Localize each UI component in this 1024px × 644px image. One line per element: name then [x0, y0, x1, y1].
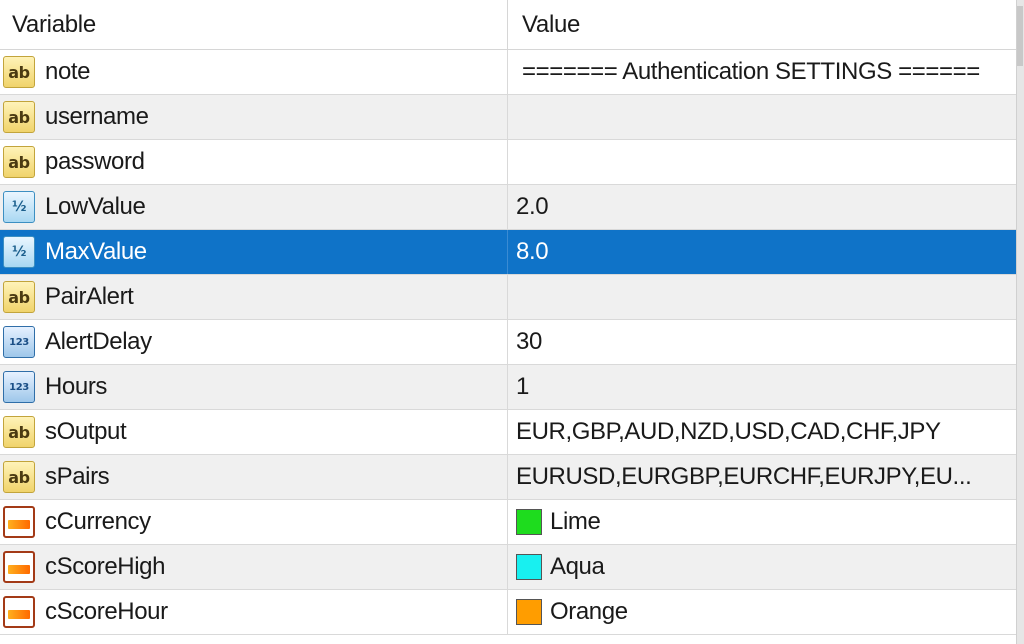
- value-text: 30: [516, 328, 542, 355]
- color-type-icon: [3, 596, 35, 628]
- variable-cell[interactable]: ab note: [0, 50, 508, 94]
- variable-cell[interactable]: cScoreHour: [0, 590, 508, 634]
- double-type-icon: ½: [3, 236, 35, 268]
- value-cell[interactable]: EURUSD,EURGBP,EURCHF,EURJPY,EU...: [508, 455, 1016, 499]
- variable-name: sPairs: [45, 463, 110, 490]
- variable-cell[interactable]: ½ LowValue: [0, 185, 508, 229]
- table-row[interactable]: ab password: [0, 140, 1016, 185]
- variable-name: Hours: [45, 373, 108, 400]
- value-cell[interactable]: 1: [508, 365, 1016, 409]
- variable-cell[interactable]: 123 AlertDelay: [0, 320, 508, 364]
- string-type-icon: ab: [3, 416, 35, 448]
- value-text: Orange: [550, 598, 628, 625]
- color-swatch: [516, 599, 542, 625]
- value-cell[interactable]: Lime: [508, 500, 1016, 544]
- value-cell[interactable]: [508, 140, 1016, 184]
- variable-cell[interactable]: ½ MaxValue: [0, 230, 508, 274]
- value-cell[interactable]: [508, 275, 1016, 319]
- value-text: 1: [516, 373, 529, 400]
- variable-name: PairAlert: [45, 283, 134, 310]
- color-swatch: [516, 509, 542, 535]
- table-row-selected[interactable]: ½ MaxValue 8.0: [0, 230, 1016, 275]
- string-type-icon: ab: [3, 56, 35, 88]
- variable-cell[interactable]: ab password: [0, 140, 508, 184]
- string-type-icon: ab: [3, 461, 35, 493]
- variable-name: MaxValue: [45, 238, 147, 265]
- integer-type-icon: 123: [3, 371, 35, 403]
- value-text: EURUSD,EURGBP,EURCHF,EURJPY,EU...: [516, 463, 972, 490]
- variable-name: username: [45, 103, 149, 130]
- integer-type-icon: 123: [3, 326, 35, 358]
- scrollbar-thumb[interactable]: [1017, 6, 1023, 66]
- value-cell[interactable]: EUR,GBP,AUD,NZD,USD,CAD,CHF,JPY: [508, 410, 1016, 454]
- variable-cell[interactable]: 123 Hours: [0, 365, 508, 409]
- table-row[interactable]: cScoreHigh Aqua: [0, 545, 1016, 590]
- variable-name: cScoreHour: [45, 598, 168, 625]
- variable-cell[interactable]: cCurrency: [0, 500, 508, 544]
- variable-cell[interactable]: ab sPairs: [0, 455, 508, 499]
- double-type-icon: ½: [3, 191, 35, 223]
- variable-name: AlertDelay: [45, 328, 152, 355]
- variable-name: sOutput: [45, 418, 127, 445]
- grid-header: Variable Value: [0, 0, 1016, 50]
- color-type-icon: [3, 551, 35, 583]
- value-cell[interactable]: 8.0: [508, 230, 1016, 274]
- variable-name: LowValue: [45, 193, 146, 220]
- value-text: Aqua: [550, 553, 605, 580]
- table-row[interactable]: ab note ======= Authentication SETTINGS …: [0, 50, 1016, 95]
- table-row[interactable]: 123 Hours 1: [0, 365, 1016, 410]
- table-row[interactable]: ab PairAlert: [0, 275, 1016, 320]
- value-cell[interactable]: 2.0: [508, 185, 1016, 229]
- value-text: Lime: [550, 508, 601, 535]
- color-type-icon: [3, 506, 35, 538]
- column-header-variable[interactable]: Variable: [0, 0, 508, 49]
- column-header-value[interactable]: Value: [508, 0, 1016, 49]
- variable-name: cScoreHigh: [45, 553, 166, 580]
- table-row[interactable]: ab username: [0, 95, 1016, 140]
- value-cell[interactable]: Aqua: [508, 545, 1016, 589]
- string-type-icon: ab: [3, 146, 35, 178]
- table-row[interactable]: cScoreHour Orange: [0, 590, 1016, 635]
- table-row[interactable]: ½ LowValue 2.0: [0, 185, 1016, 230]
- variable-name: cCurrency: [45, 508, 151, 535]
- value-cell[interactable]: ======= Authentication SETTINGS ======: [508, 50, 1016, 94]
- color-swatch: [516, 554, 542, 580]
- value-cell[interactable]: [508, 95, 1016, 139]
- value-text: 2.0: [516, 193, 549, 220]
- value-text: 8.0: [516, 238, 549, 265]
- value-cell[interactable]: Orange: [508, 590, 1016, 634]
- variable-cell[interactable]: ab PairAlert: [0, 275, 508, 319]
- value-text: EUR,GBP,AUD,NZD,USD,CAD,CHF,JPY: [516, 418, 941, 445]
- string-type-icon: ab: [3, 281, 35, 313]
- table-row[interactable]: ab sOutput EUR,GBP,AUD,NZD,USD,CAD,CHF,J…: [0, 410, 1016, 455]
- table-row[interactable]: ab sPairs EURUSD,EURGBP,EURCHF,EURJPY,EU…: [0, 455, 1016, 500]
- table-row[interactable]: cCurrency Lime: [0, 500, 1016, 545]
- table-row[interactable]: 123 AlertDelay 30: [0, 320, 1016, 365]
- variable-cell[interactable]: ab sOutput: [0, 410, 508, 454]
- variable-name: password: [45, 148, 145, 175]
- grid-rows: ab note ======= Authentication SETTINGS …: [0, 50, 1016, 635]
- inputs-grid: Variable Value ab note ======= Authentic…: [0, 0, 1016, 644]
- value-cell[interactable]: 30: [508, 320, 1016, 364]
- vertical-scrollbar[interactable]: [1016, 0, 1024, 644]
- variable-cell[interactable]: cScoreHigh: [0, 545, 508, 589]
- string-type-icon: ab: [3, 101, 35, 133]
- variable-name: note: [45, 58, 91, 85]
- value-text: ======= Authentication SETTINGS ======: [522, 58, 980, 85]
- variable-cell[interactable]: ab username: [0, 95, 508, 139]
